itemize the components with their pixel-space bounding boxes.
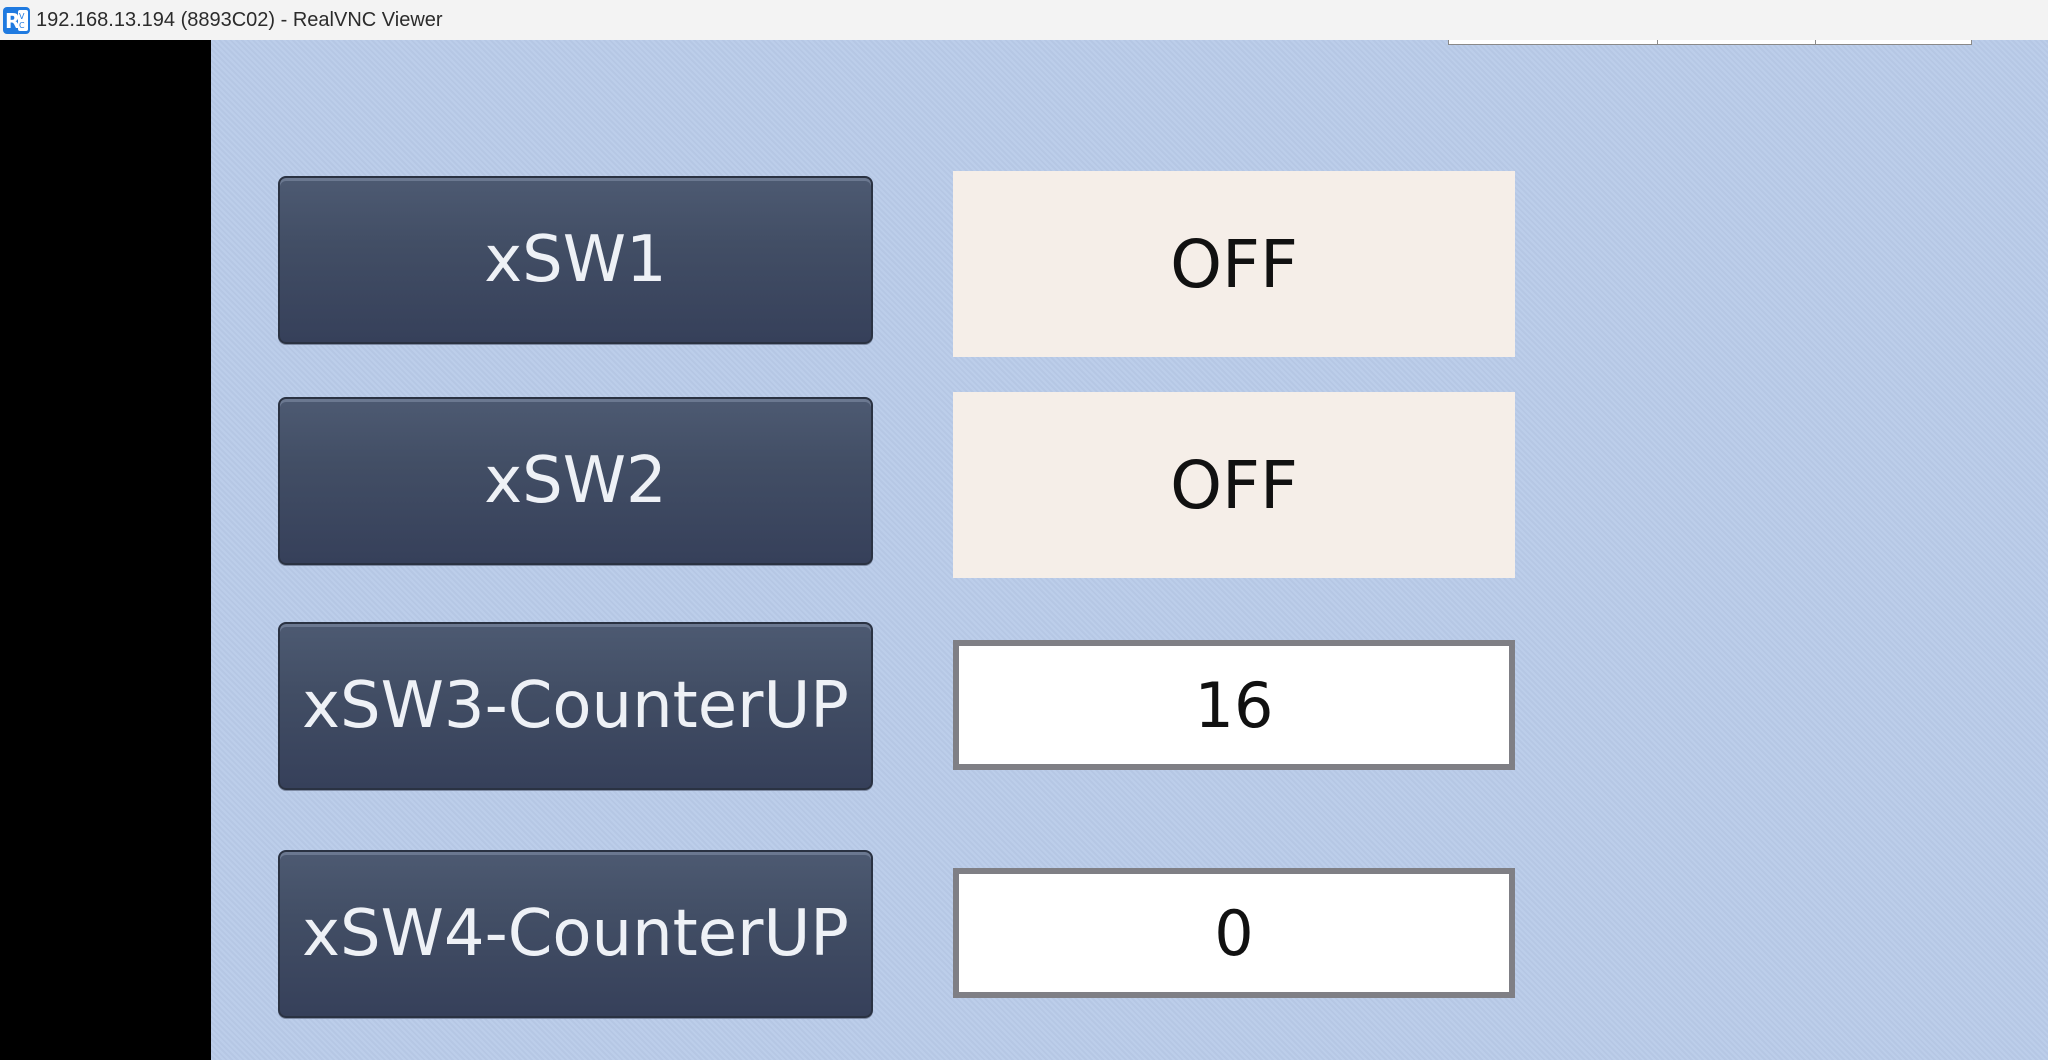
xsw1-status-display: OFF [953,171,1515,357]
window-title: 192.168.13.194 (8893C02) - RealVNC Viewe… [36,8,443,31]
xsw2-status-display: OFF [953,392,1515,578]
xsw1-button[interactable]: xSW1 [278,176,873,344]
top-display-strip [1448,40,1972,45]
xsw2-button[interactable]: xSW2 [278,397,873,565]
xsw3-counterup-button[interactable]: xSW3-CounterUP [278,622,873,790]
window-titlebar: R V C 192.168.13.194 (8893C02) - RealVNC… [0,0,2048,40]
svg-text:V: V [19,12,25,21]
xsw4-counterup-button[interactable]: xSW4-CounterUP [278,850,873,1018]
svg-text:C: C [19,21,25,30]
xsw4-counter-display: 0 [953,868,1515,998]
realvnc-logo-icon: R V C [3,6,30,34]
xsw3-counter-display: 16 [953,640,1515,770]
viewer-black-margin [0,40,211,1060]
